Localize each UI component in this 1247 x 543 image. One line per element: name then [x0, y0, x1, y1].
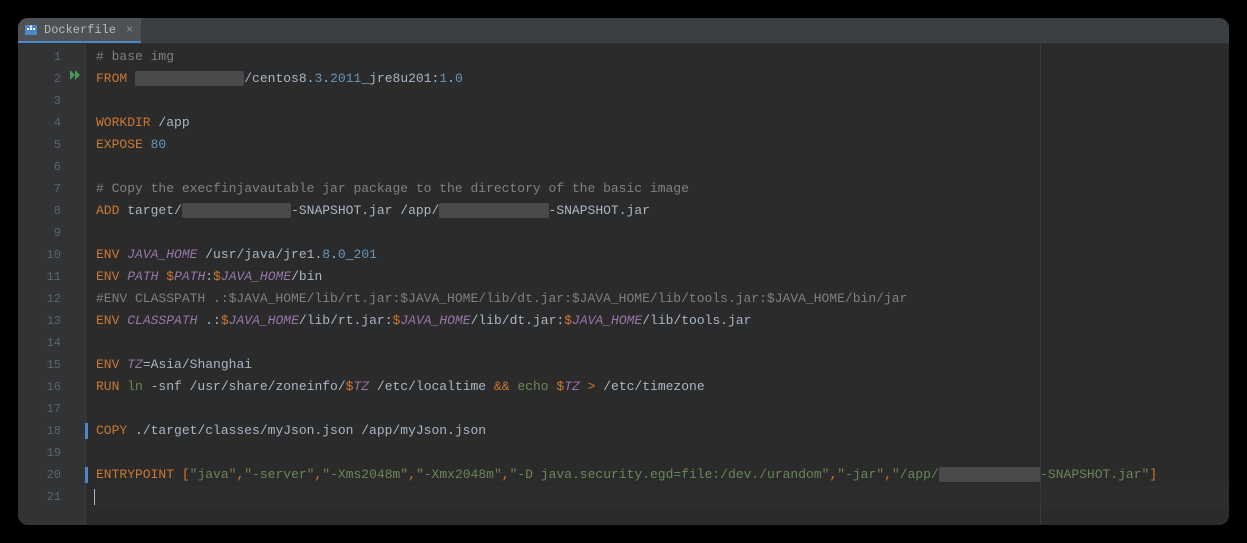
line-number[interactable]: 6: [18, 156, 85, 178]
docker-file-icon: [24, 23, 38, 37]
code-line[interactable]: RUN ln -snf /usr/share/zoneinfo/$TZ /etc…: [96, 376, 1229, 398]
line-number[interactable]: 11: [18, 266, 85, 288]
code-line[interactable]: # base img: [96, 46, 1229, 68]
code-line[interactable]: [96, 156, 1229, 178]
change-marker: [85, 423, 88, 439]
line-number[interactable]: 1: [18, 46, 85, 68]
code-line[interactable]: WORKDIR /app: [96, 112, 1229, 134]
line-number[interactable]: 18: [18, 420, 85, 442]
editor-body: 123456789101112131415161718192021 # base…: [18, 44, 1229, 525]
close-icon[interactable]: ×: [126, 23, 133, 37]
line-number[interactable]: 21: [18, 486, 85, 508]
line-number-gutter: 123456789101112131415161718192021: [18, 44, 86, 525]
line-number[interactable]: 4: [18, 112, 85, 134]
line-number[interactable]: 5: [18, 134, 85, 156]
line-number[interactable]: 15: [18, 354, 85, 376]
text-caret: [94, 489, 95, 505]
code-line[interactable]: [96, 398, 1229, 420]
code-line[interactable]: ADD target/ -SNAPSHOT.jar /app/ -SNAPSHO…: [96, 200, 1229, 222]
tab-label: Dockerfile: [44, 23, 116, 37]
code-line[interactable]: ENTRYPOINT ["java","-server","-Xms2048m"…: [96, 464, 1229, 486]
line-number[interactable]: 12: [18, 288, 85, 310]
editor-window: Dockerfile × 123456789101112131415161718…: [18, 18, 1229, 525]
line-number[interactable]: 20: [18, 464, 85, 486]
code-line[interactable]: [96, 332, 1229, 354]
code-line[interactable]: ENV PATH $PATH:$JAVA_HOME/bin: [96, 266, 1229, 288]
tab-dockerfile[interactable]: Dockerfile ×: [18, 18, 141, 43]
code-line[interactable]: # Copy the execfinjavautable jar package…: [96, 178, 1229, 200]
line-number[interactable]: 19: [18, 442, 85, 464]
code-line[interactable]: [96, 442, 1229, 464]
line-number[interactable]: 2: [18, 68, 85, 90]
line-number[interactable]: 14: [18, 332, 85, 354]
run-gutter-icon[interactable]: [69, 68, 81, 90]
code-area[interactable]: # base imgFROM /centos8.3.2011_jre8u201:…: [86, 44, 1229, 525]
line-number[interactable]: 17: [18, 398, 85, 420]
code-line[interactable]: #ENV CLASSPATH .:$JAVA_HOME/lib/rt.jar:$…: [96, 288, 1229, 310]
line-number[interactable]: 3: [18, 90, 85, 112]
line-number[interactable]: 9: [18, 222, 85, 244]
line-number[interactable]: 8: [18, 200, 85, 222]
code-line[interactable]: [96, 486, 1229, 508]
line-number[interactable]: 7: [18, 178, 85, 200]
code-line[interactable]: COPY ./target/classes/myJson.json /app/m…: [96, 420, 1229, 442]
code-line[interactable]: EXPOSE 80: [96, 134, 1229, 156]
code-line[interactable]: ENV CLASSPATH .:$JAVA_HOME/lib/rt.jar:$J…: [96, 310, 1229, 332]
code-line[interactable]: [96, 222, 1229, 244]
line-number[interactable]: 13: [18, 310, 85, 332]
code-line[interactable]: [96, 90, 1229, 112]
code-line[interactable]: ENV JAVA_HOME /usr/java/jre1.8.0_201: [96, 244, 1229, 266]
tab-bar: Dockerfile ×: [18, 18, 1229, 44]
line-number[interactable]: 16: [18, 376, 85, 398]
code-line[interactable]: FROM /centos8.3.2011_jre8u201:1.0: [96, 68, 1229, 90]
change-marker: [85, 467, 88, 483]
code-line[interactable]: ENV TZ=Asia/Shanghai: [96, 354, 1229, 376]
line-number[interactable]: 10: [18, 244, 85, 266]
